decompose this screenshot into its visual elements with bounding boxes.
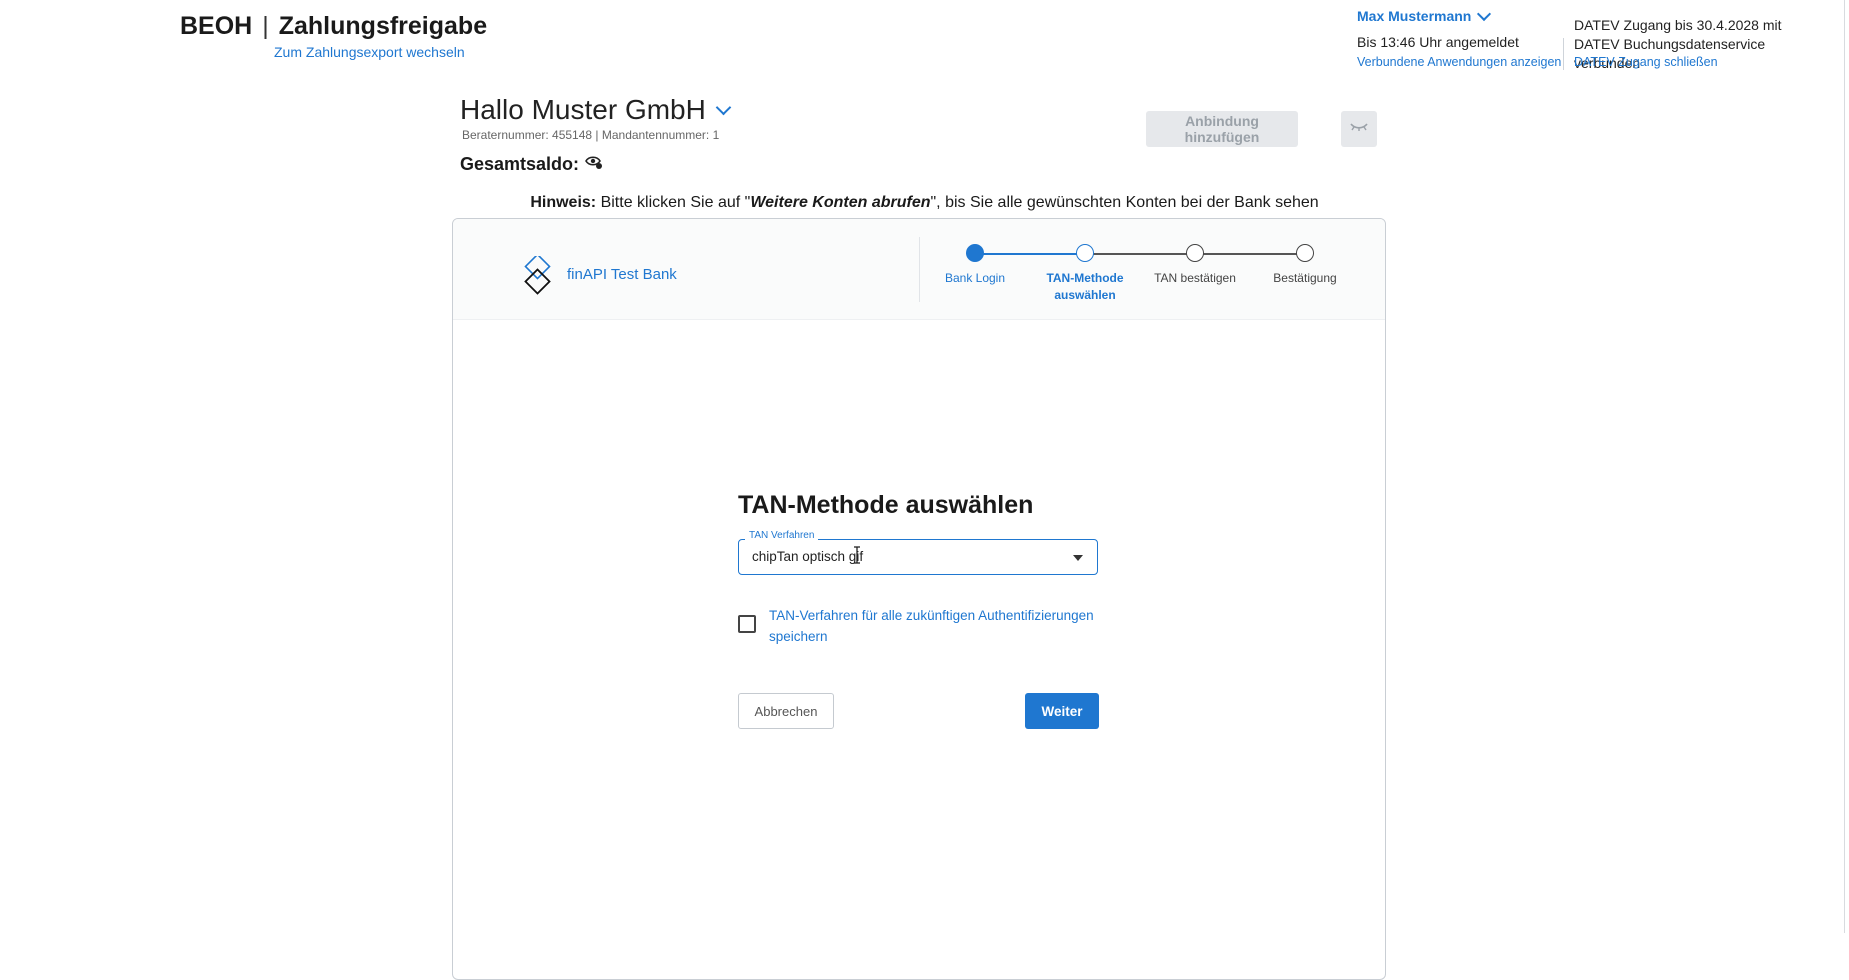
bank-connection-card: finAPI Test Bank Bank Login TAN-Methode a…	[452, 218, 1386, 980]
company-meta: Beraternummer: 455148 | Mandantennummer:…	[462, 128, 720, 142]
user-name[interactable]: Max Mustermann	[1357, 8, 1471, 24]
app-name: Zahlungsfreigabe	[278, 12, 488, 40]
hide-balance-button[interactable]	[1341, 111, 1377, 147]
app-title: BEOH | Zahlungsfreigabe	[180, 12, 487, 41]
title-separator: |	[262, 12, 269, 40]
login-status: Bis 13:46 Uhr angemeldet	[1357, 34, 1519, 50]
switch-to-export-link[interactable]: Zum Zahlungsexport wechseln	[274, 44, 465, 60]
connected-apps-link[interactable]: Verbundene Anwendungen anzeigen	[1357, 55, 1561, 69]
datev-close-link[interactable]: DATEV Zugang schließen	[1574, 55, 1718, 69]
step-label-tan-confirm: TAN bestätigen	[1154, 271, 1236, 285]
company-greeting: Hallo Muster GmbH	[460, 94, 706, 125]
save-tan-method-checkbox[interactable]	[738, 615, 756, 633]
hint-label: Hinweis:	[530, 194, 597, 211]
tan-method-select[interactable]: chipTan optisch gif	[738, 539, 1098, 575]
text-cursor-icon	[853, 546, 860, 564]
chevron-down-icon[interactable]	[1477, 6, 1492, 21]
card-header: finAPI Test Bank Bank Login TAN-Methode a…	[453, 219, 1385, 320]
window-edge	[1844, 0, 1845, 933]
next-button[interactable]: Weiter	[1025, 693, 1099, 729]
total-balance: Gesamtsaldo:	[460, 154, 603, 175]
hint-text-after: ", bis Sie alle gewünschten Konten bei d…	[930, 194, 1319, 211]
chevron-down-icon[interactable]	[715, 99, 732, 115]
user-menu[interactable]: Max Mustermann	[1357, 6, 1492, 24]
save-tan-method-label[interactable]: TAN-Verfahren für alle zukünftigen Authe…	[769, 605, 1099, 647]
tan-method-value[interactable]: chipTan optisch gif	[752, 549, 863, 564]
step-dot-confirmation	[1296, 244, 1314, 262]
cancel-button[interactable]: Abbrechen	[738, 693, 834, 729]
company-selector[interactable]: Hallo Muster GmbH	[460, 94, 732, 126]
add-connection-button[interactable]: Anbindung hinzufügen	[1146, 111, 1298, 147]
step-dot-tan-method	[1076, 244, 1094, 262]
step-label-bank-login: Bank Login	[944, 271, 1006, 285]
tan-method-label: TAN Verfahren	[745, 530, 819, 541]
hint-text: Hinweis: Bitte klicken Sie auf "Weitere …	[0, 194, 1849, 212]
total-balance-label: Gesamtsaldo:	[460, 154, 580, 174]
step-dot-tan-confirm	[1186, 244, 1204, 262]
brand-name: BEOH	[180, 12, 253, 40]
step-label-confirmation: Bestätigung	[1273, 271, 1337, 285]
hint-emphasis: Weitere Konten abrufen	[750, 194, 931, 211]
hint-text-before: Bitte klicken Sie auf "	[596, 194, 751, 211]
header-divider	[1563, 38, 1564, 70]
bank-logo-icon	[524, 253, 554, 301]
step-label-tan-method: TAN-Methode auswählen	[1046, 271, 1124, 302]
dropdown-caret-icon[interactable]	[1073, 555, 1083, 561]
step-dot-bank-login	[966, 244, 984, 262]
form-title: TAN-Methode auswählen	[738, 491, 1034, 519]
stepper-line-done	[975, 253, 1085, 255]
eye-toggle-icon[interactable]	[585, 154, 603, 175]
eye-closed-icon	[1349, 120, 1369, 138]
bank-name: finAPI Test Bank	[567, 266, 677, 283]
